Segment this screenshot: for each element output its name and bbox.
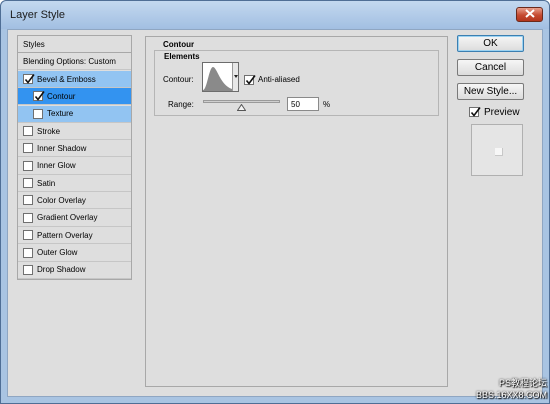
dropdown-arrow-icon[interactable] [232,63,238,91]
style-item-checkbox[interactable] [23,160,33,171]
style-item-label: Pattern Overlay [37,230,93,240]
range-unit: % [323,100,331,109]
style-item-checkbox[interactable] [23,74,35,84]
style-item-checkbox[interactable] [23,212,33,223]
style-item-checkbox[interactable] [23,264,33,275]
style-preview-thumbnail [471,124,523,176]
contour-label: Contour: [163,75,194,84]
style-item-label: Bevel & Emboss [37,74,96,84]
style-item-label: Satin [37,178,56,188]
style-item-label: Inner Glow [37,161,76,171]
style-item-stroke[interactable]: Stroke [18,123,131,141]
style-item-checkbox[interactable] [23,230,33,241]
close-x-icon [524,9,535,20]
cancel-button[interactable]: Cancel [457,59,524,76]
anti-aliased-checkbox[interactable] [244,75,256,85]
style-item-checkbox[interactable] [23,178,33,189]
preview-label: Preview [484,107,520,118]
style-item-checkbox[interactable] [33,91,45,102]
style-item-color-overlay[interactable]: Color Overlay [18,192,131,210]
style-item-contour[interactable]: Contour [18,88,131,106]
style-item-label: Inner Shadow [37,143,87,153]
style-item-label: Drop Shadow [37,265,86,275]
style-item-label: Contour [47,91,76,101]
title-bar[interactable]: Layer Style [1,1,549,29]
range-input[interactable]: 50 [287,97,319,111]
styles-list: Styles Blending Options: Custom Bevel & … [17,35,132,280]
style-item-inner-glow[interactable]: Inner Glow [18,158,131,175]
contour-panel: Contour Elements Contour: Anti-aliased R… [145,36,448,387]
preview-swatch [495,148,503,156]
anti-aliased-label: Anti-aliased [258,75,300,84]
styles-header[interactable]: Styles [18,36,131,53]
style-item-checkbox[interactable] [23,126,33,137]
window-title: Layer Style [10,9,66,21]
style-item-label: Outer Glow [37,248,78,257]
style-item-label: Stroke [37,126,61,136]
triangle-slider-icon[interactable] [236,103,247,113]
contour-picker[interactable] [202,62,239,92]
close-button[interactable] [516,7,543,22]
style-item-satin[interactable]: Satin [18,175,131,193]
style-item-checkbox[interactable] [23,143,33,154]
style-item-label: Gradient Overlay [37,213,98,223]
styles-header-label: Styles [23,39,45,49]
style-item-bevel-emboss[interactable]: Bevel & Emboss [18,71,131,88]
new-style-button[interactable]: New Style... [457,83,524,100]
dialog-body: Styles Blending Options: Custom Bevel & … [7,29,543,397]
watermark: PS教程论坛 BBS.16XX8.COM [469,377,550,404]
watermark-line2: BBS.16XX8.COM [475,390,547,400]
checkmark-icon [470,107,481,117]
style-item-gradient-overlay[interactable]: Gradient Overlay [18,210,131,227]
blending-options-item[interactable]: Blending Options: Custom [18,53,131,70]
style-item-checkbox[interactable] [23,195,33,206]
style-item-checkbox[interactable] [23,247,33,258]
style-item-texture[interactable]: Texture [18,105,131,123]
preview-checkbox[interactable] [469,107,481,117]
elements-title: Elements [162,52,202,61]
style-item-label: Color Overlay [37,195,86,205]
style-item-pattern-overlay[interactable]: Pattern Overlay [18,227,131,245]
style-item-inner-shadow[interactable]: Inner Shadow [18,140,131,158]
checkmark-icon [245,75,256,85]
watermark-line1: PS教程论坛 [498,378,547,388]
style-item-drop-shadow[interactable]: Drop Shadow [18,262,131,279]
ok-button[interactable]: OK [457,35,524,52]
style-item-checkbox[interactable] [33,108,43,119]
style-item-label: Texture [47,109,74,119]
style-item-outer-glow[interactable]: Outer Glow [18,245,131,262]
contour-section-title: Contour [163,40,195,49]
blending-options-label: Blending Options: Custom [23,56,116,66]
contour-curve-icon[interactable] [203,63,232,91]
layer-style-dialog: Layer Style Styles Blending Options: Cus… [0,0,550,404]
range-label: Range: [168,100,194,109]
